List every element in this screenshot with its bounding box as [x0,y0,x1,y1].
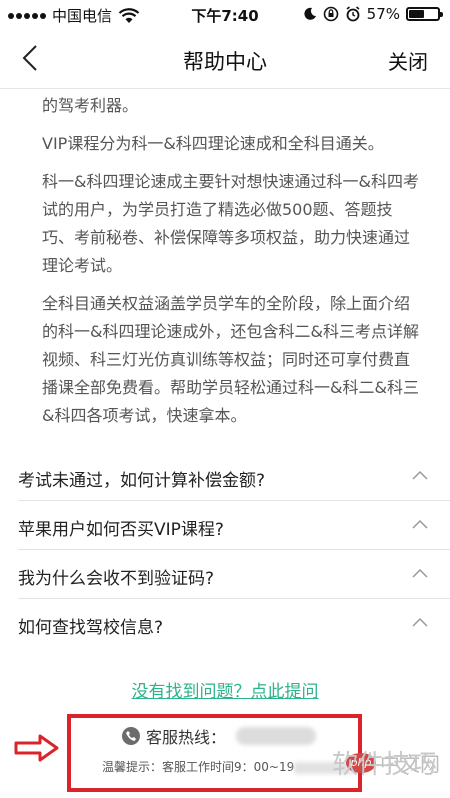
status-right: 57% [303,5,443,23]
chevron-up-icon [412,519,428,529]
navigation-bar: 帮助中心 关闭 [0,30,450,89]
chevron-up-icon [412,617,428,627]
ask-question-link[interactable]: 没有找到问题？点此提问 [0,677,450,702]
faq-item[interactable]: 我为什么会收不到验证码? [18,549,450,598]
chevron-up-icon [412,568,428,578]
article-paragraph: VIP课程分为科一&科四理论速成和全科目通关。 [42,134,384,153]
alarm-icon [346,6,360,22]
faq-item[interactable]: 苹果用户如何否买VIP课程? [18,500,450,549]
service-hours-text: 温馨提示：客服工作时间9：00~19 [102,760,295,774]
faq-question: 如何查找驾校信息? [18,618,164,638]
faq-question: 我为什么会收不到验证码? [18,569,215,589]
phone-icon [122,727,140,745]
faq-item[interactable]: 如何查找驾校信息? [18,598,450,647]
redacted-phone-number [236,727,317,745]
service-hours-tip: 温馨提示：客服工作时间9：00~19 [102,758,355,775]
watermark-text: 软件技巧 [331,750,436,780]
close-button[interactable]: 关闭 [388,46,428,75]
help-article: 的驾考利器。 VIP课程分为科一&科四理论速成和全科目通关。 科一&科四理论速成… [42,92,422,440]
chevron-up-icon [412,470,428,480]
battery-icon [406,7,443,21]
service-hotline[interactable]: 客服热线： [122,724,317,748]
article-paragraph: 全科目通关权益涵盖学员学车的全阶段，除上面介绍的科一&科四理论速成外，还包含科二… [42,294,419,425]
faq-question: 苹果用户如何否买VIP课程? [18,520,224,540]
hotline-label: 客服热线： [146,728,227,747]
status-bar: 中国电信 下午7:40 57% [0,0,450,30]
article-paragraph: 科一&科四理论速成主要针对想快速通过科一&科四考试的用户，为学员打造了精选必做5… [42,172,419,275]
red-arrow-annotation [14,734,59,762]
article-paragraph: 的驾考利器。 [42,96,139,115]
orientation-lock-icon [323,6,338,22]
faq-question: 考试未通过，如何计算补偿金额? [18,471,266,491]
faq-list: 考试未通过，如何计算补偿金额? 苹果用户如何否买VIP课程? 我为什么会收不到验… [0,452,450,647]
moon-icon [304,7,316,20]
battery-percent: 57% [366,5,400,23]
page-title: 帮助中心 [183,50,267,74]
faq-item[interactable]: 考试未通过，如何计算补偿金额? [18,452,450,500]
